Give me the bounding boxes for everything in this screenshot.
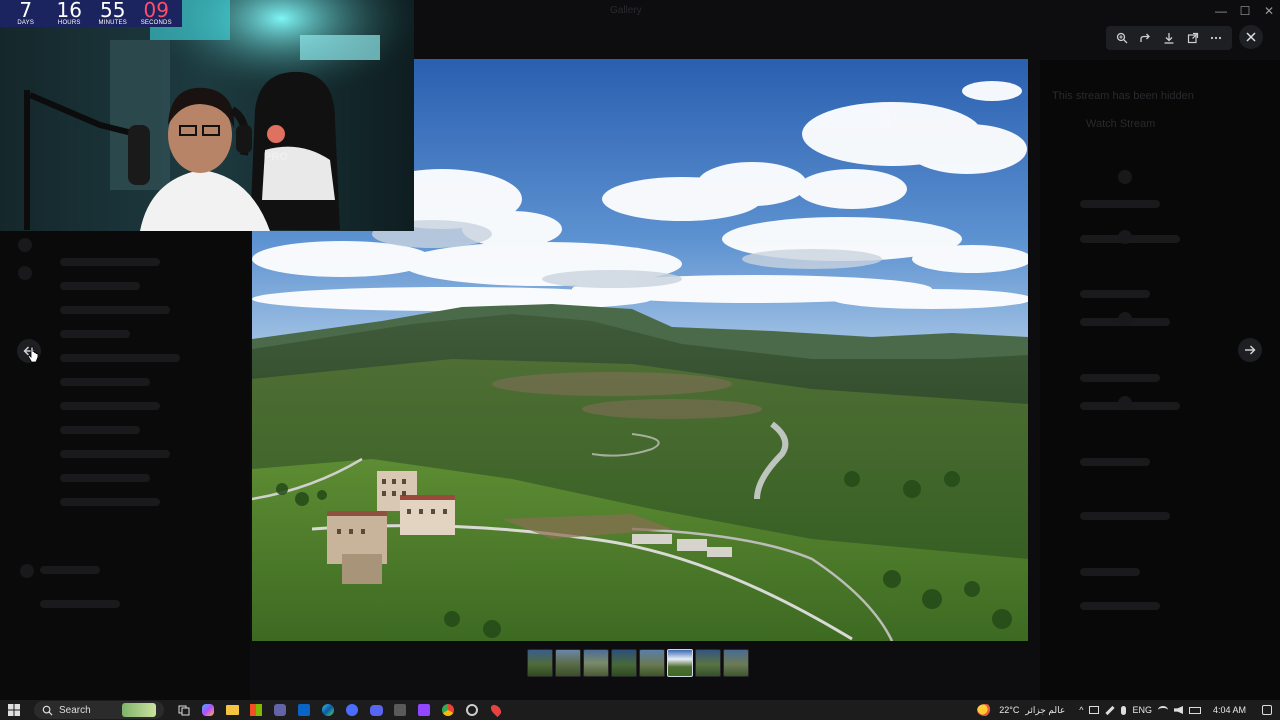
zoom-button[interactable] (1112, 28, 1132, 48)
download-button[interactable] (1159, 28, 1179, 48)
weather-icon (977, 704, 994, 716)
taskbar-search[interactable]: Search (34, 701, 164, 719)
hours-value: 16 (56, 0, 82, 22)
countdown-minutes: 55 MINUTES (91, 0, 135, 27)
thumbnail[interactable] (723, 649, 749, 677)
more-button[interactable] (1206, 28, 1226, 48)
discord-icon (369, 704, 383, 716)
mouse-cursor-icon (27, 346, 39, 363)
obs-app[interactable] (462, 701, 482, 719)
maximize-button[interactable]: ☐ (1232, 0, 1258, 22)
countdown-hours: 16 HOURS (48, 0, 92, 27)
thumbnail[interactable] (611, 649, 637, 677)
background-member-list (1040, 60, 1280, 700)
thumbnail-active[interactable] (667, 649, 693, 677)
seconds-label: SECONDS (140, 20, 172, 26)
media-app[interactable] (342, 701, 362, 719)
thumbnail-strip (527, 649, 749, 677)
search-highlight-image (122, 703, 156, 717)
arrow-right-icon (1245, 345, 1256, 355)
media-icon (346, 704, 358, 716)
store-app[interactable] (246, 701, 266, 719)
more-icon (1211, 36, 1222, 40)
thumbnail[interactable] (583, 649, 609, 677)
copilot-icon (202, 704, 214, 716)
map-pin-icon (488, 702, 504, 718)
folder-icon (225, 705, 239, 715)
search-label: Search (59, 704, 91, 716)
task-view-button[interactable] (174, 701, 194, 719)
system-tray: 22°C عالم جزائر ^ ENG 4:04 AM (977, 704, 1280, 716)
window-close-button[interactable]: ✕ (1256, 0, 1280, 22)
weather-temp[interactable]: 22°C (999, 705, 1019, 715)
thumbnail[interactable] (695, 649, 721, 677)
thumbnail[interactable] (527, 649, 553, 677)
copilot-app[interactable] (198, 701, 218, 719)
clock-time[interactable]: 4:04 AM (1213, 705, 1246, 715)
battery-icon[interactable] (1188, 706, 1201, 714)
notifications-icon[interactable] (1262, 705, 1272, 715)
open-external-icon (1187, 32, 1198, 44)
discord-app[interactable] (366, 701, 386, 719)
outlook-icon (298, 704, 310, 716)
countdown-seconds: 09 SECONDS (135, 0, 179, 27)
minimize-button[interactable]: — (1208, 0, 1234, 22)
countdown-timer: 7 DAYS 16 HOURS 55 MINUTES 09 SECONDS (0, 0, 182, 27)
thumbnail[interactable] (639, 649, 665, 677)
watch-stream-button[interactable]: Watch Stream (1086, 118, 1155, 130)
download-icon (1164, 33, 1174, 44)
close-icon (1246, 32, 1256, 42)
open-external-button[interactable] (1183, 28, 1203, 48)
edge-app[interactable] (318, 701, 338, 719)
outlook-app[interactable] (294, 701, 314, 719)
next-image-button[interactable] (1238, 338, 1262, 362)
minutes-label: MINUTES (98, 20, 127, 26)
image-toolbar (1106, 26, 1232, 50)
windows-logo-icon (8, 704, 20, 716)
thumbnail[interactable] (555, 649, 581, 677)
days-label: DAYS (17, 20, 35, 26)
forward-icon (1140, 33, 1151, 42)
taskbar: Search 22°C عالم جزائر ^ ENG 4:04 AM (0, 700, 1280, 720)
stream-hidden-text: This stream has been hidden (1052, 90, 1194, 102)
pen-icon[interactable] (1105, 705, 1116, 715)
zoom-icon (1116, 32, 1128, 44)
search-icon (42, 705, 53, 716)
maps-app[interactable] (486, 701, 506, 719)
start-button[interactable] (4, 701, 24, 719)
store-icon (250, 704, 262, 716)
close-viewer-button[interactable] (1239, 25, 1263, 49)
teams-app[interactable] (270, 701, 290, 719)
settings-icon (394, 704, 406, 716)
hours-label: HOURS (57, 20, 81, 26)
obs-icon (466, 704, 478, 716)
chair-text: PRO (264, 151, 288, 163)
twitch-app[interactable] (414, 701, 434, 719)
chrome-app[interactable] (438, 701, 458, 719)
weather-text[interactable]: عالم جزائر (1025, 705, 1065, 716)
wifi-icon[interactable] (1157, 706, 1168, 714)
countdown-days: 7 DAYS (4, 0, 48, 27)
microphone-icon[interactable] (1121, 705, 1127, 715)
show-hidden-icons-button[interactable]: ^ (1079, 705, 1083, 715)
webcam-graphic: PRO (0, 0, 414, 231)
volume-icon[interactable] (1173, 706, 1183, 714)
days-value: 7 (19, 0, 33, 22)
webcam-overlay: PRO 7 DAYS 16 HOURS 55 MINUTES 09 SECOND… (0, 0, 414, 231)
twitch-icon (418, 704, 430, 716)
language-indicator[interactable]: ENG (1132, 705, 1152, 715)
background-channel-list (0, 230, 250, 700)
seconds-value: 09 (143, 0, 169, 22)
minutes-value: 55 (100, 0, 126, 22)
network-icon[interactable] (1089, 706, 1100, 714)
teams-icon (274, 704, 286, 716)
chrome-icon (442, 704, 454, 716)
screen: Gallery This stream has been hidden Watc… (0, 0, 1280, 720)
forward-button[interactable] (1135, 28, 1155, 48)
settings-app[interactable] (390, 701, 410, 719)
file-explorer-app[interactable] (222, 701, 242, 719)
task-view-icon (178, 705, 190, 716)
window-title: Gallery (610, 5, 642, 16)
edge-icon (322, 704, 334, 716)
